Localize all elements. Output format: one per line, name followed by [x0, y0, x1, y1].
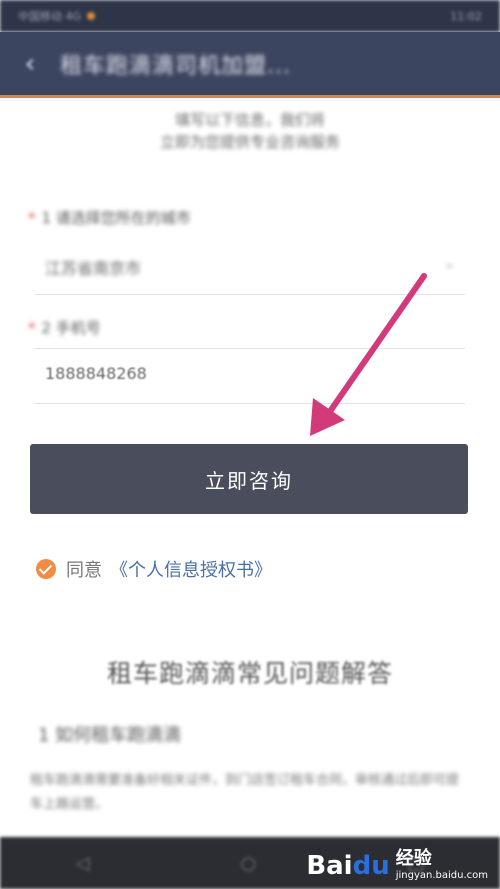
consult-button[interactable]: 立即咨询 — [30, 444, 468, 514]
intro-line-1: 填写以下信息，我们将 — [174, 111, 325, 129]
app-header: ‹ 租车跑滴滴司机加盟... — [0, 32, 500, 98]
divider — [35, 294, 465, 295]
carrier-text: 中国移动 4G — [18, 10, 82, 23]
intro-line-2: 立即为您提供专业咨询服务 — [159, 133, 340, 151]
agreement-row[interactable]: 同意 《个人信息授权书》 — [36, 556, 272, 582]
checkbox-checked-icon[interactable] — [36, 559, 56, 579]
form-page: 填写以下信息，我们将 立即为您提供专业咨询服务 * 1 请选择您所在的城市 江苏省… — [0, 101, 500, 837]
nav-back-icon[interactable]: ◁ — [76, 853, 90, 874]
notification-dot-icon — [87, 12, 96, 20]
required-star-icon: * — [28, 319, 36, 337]
authorization-link[interactable]: 《个人信息授权书》 — [110, 556, 272, 582]
phone-field-label: * 2 手机号 — [28, 319, 101, 337]
clock-text: 11:02 — [450, 9, 482, 23]
faq-title: 租车跑滴滴常见问题解答 — [106, 659, 393, 688]
faq-answer-text: 租车跑滴滴需要准备好相关证件，到门店签订租车合同，审核通过后即可提车上路运营。 — [30, 773, 460, 812]
divider — [35, 348, 465, 349]
nav-home-icon[interactable]: ○ — [241, 853, 257, 874]
intro-text: 填写以下信息，我们将 立即为您提供专业咨询服务 — [0, 109, 500, 153]
agree-label: 同意 — [66, 560, 102, 581]
divider — [35, 403, 465, 404]
back-button[interactable]: ‹ — [0, 49, 60, 79]
page-title: 租车跑滴滴司机加盟... — [60, 53, 291, 79]
chevron-left-icon: ‹ — [24, 48, 36, 79]
city-field-label: * 1 请选择您所在的城市 — [28, 209, 191, 227]
phone-input[interactable]: 1888848268 — [45, 364, 147, 383]
chevron-down-icon[interactable]: ⌄ — [443, 253, 456, 272]
faq-item[interactable]: 1 如何租车跑滴滴 — [38, 721, 181, 747]
baidu-jingyan-watermark: Baidu 经验 jingyan.baidu.com — [306, 844, 488, 881]
city-select[interactable]: 江苏省南京市 — [45, 255, 141, 279]
status-bar: 中国移动 4G 11:02 — [0, 0, 500, 32]
baidu-logo: Baidu — [306, 851, 390, 881]
watermark-text: 经验 jingyan.baidu.com — [395, 848, 488, 881]
required-star-icon: * — [28, 209, 36, 227]
